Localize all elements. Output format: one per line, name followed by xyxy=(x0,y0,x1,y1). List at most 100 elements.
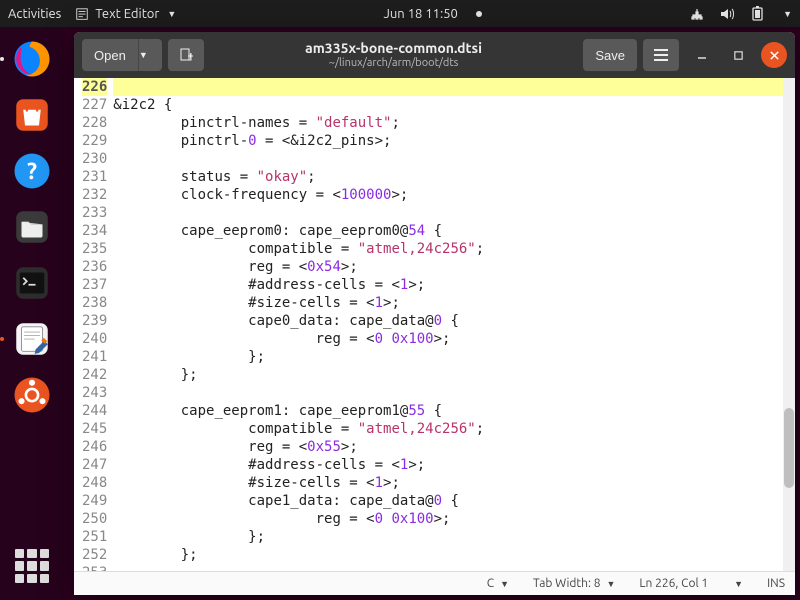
vertical-scrollbar[interactable] xyxy=(783,78,795,571)
line-number: 249 xyxy=(82,492,107,510)
terminal-icon xyxy=(11,262,53,304)
new-tab-button[interactable] xyxy=(168,39,204,71)
code-line[interactable]: #size-cells = <1>; xyxy=(113,294,783,312)
line-number: 251 xyxy=(82,528,107,546)
code-line[interactable]: cape1_data: cape_data@0 { xyxy=(113,492,783,510)
line-number: 228 xyxy=(82,114,107,132)
close-icon xyxy=(769,50,780,61)
app-grid-icon xyxy=(15,549,49,583)
code-area[interactable]: 2262272282292302312322332342352362372382… xyxy=(74,78,795,571)
status-tab-width[interactable]: Tab Width: 8▼ xyxy=(533,577,615,590)
editor-window: Open ▼ am335x-bone-common.dtsi ~/linux/a… xyxy=(74,32,795,595)
firefox-icon xyxy=(11,38,53,80)
volume-icon xyxy=(719,6,735,22)
code-line[interactable]: }; xyxy=(113,366,783,384)
system-tray[interactable]: ▼ xyxy=(689,6,792,22)
scrollbar-thumb[interactable] xyxy=(784,408,794,488)
code-line[interactable]: pinctrl-0 = <&i2c2_pins>; xyxy=(113,132,783,150)
open-recent-button[interactable]: ▼ xyxy=(138,39,162,71)
dock-text-editor[interactable] xyxy=(8,315,56,363)
code-line[interactable]: }; xyxy=(113,546,783,564)
chevron-down-icon: ▼ xyxy=(139,50,148,60)
close-button[interactable] xyxy=(761,42,787,68)
svg-text:?: ? xyxy=(27,159,37,184)
code-line[interactable] xyxy=(113,384,783,402)
activities-button[interactable]: Activities xyxy=(8,7,61,21)
status-insert-mode[interactable]: INS xyxy=(767,577,785,590)
line-number: 250 xyxy=(82,510,107,528)
code-line[interactable]: compatible = "atmel,24c256"; xyxy=(113,240,783,258)
code-line[interactable]: cape0_data: cape_data@0 { xyxy=(113,312,783,330)
code-line[interactable]: reg = <0 0x100>; xyxy=(113,330,783,348)
code-line[interactable]: }; xyxy=(113,528,783,546)
line-number: 253 xyxy=(82,564,107,571)
title-center: am335x-bone-common.dtsi ~/linux/arch/arm… xyxy=(210,40,578,70)
code-line[interactable]: &i2c2 { xyxy=(113,96,783,114)
chevron-down-icon: ▼ xyxy=(783,9,792,19)
minimize-icon xyxy=(696,49,708,61)
dock-software[interactable] xyxy=(8,91,56,139)
code-line[interactable]: compatible = "atmel,24c256"; xyxy=(113,420,783,438)
line-number: 234 xyxy=(82,222,107,240)
line-number: 247 xyxy=(82,456,107,474)
code-line[interactable]: reg = <0x54>; xyxy=(113,258,783,276)
chevron-down-icon: ▼ xyxy=(500,579,509,589)
maximize-icon xyxy=(733,50,744,61)
chevron-down-icon: ▼ xyxy=(734,579,743,589)
line-number: 235 xyxy=(82,240,107,258)
code-content[interactable]: &i2c2 { pinctrl-names = "default"; pinct… xyxy=(113,78,783,571)
code-line[interactable]: pinctrl-names = "default"; xyxy=(113,114,783,132)
code-line[interactable] xyxy=(113,150,783,168)
code-line[interactable]: reg = <0x55>; xyxy=(113,438,783,456)
code-line[interactable]: clock-frequency = <100000>; xyxy=(113,186,783,204)
line-number: 236 xyxy=(82,258,107,276)
dock-files[interactable] xyxy=(8,203,56,251)
new-document-icon xyxy=(178,47,194,63)
dock-show-desktop[interactable] xyxy=(8,371,56,419)
code-line[interactable] xyxy=(113,204,783,222)
battery-icon xyxy=(749,6,767,22)
line-number: 232 xyxy=(82,186,107,204)
app-menu-button[interactable]: Text Editor ▼ xyxy=(75,7,176,21)
line-number: 229 xyxy=(82,132,107,150)
line-number: 244 xyxy=(82,402,107,420)
status-bar: C▼ Tab Width: 8▼ Ln 226, Col 1 ▼ INS xyxy=(74,571,795,595)
text-editor-icon xyxy=(75,7,89,21)
code-line[interactable]: }; xyxy=(113,348,783,366)
code-line[interactable]: cape_eeprom1: cape_eeprom1@55 { xyxy=(113,402,783,420)
maximize-button[interactable] xyxy=(725,42,751,68)
shopping-bag-icon xyxy=(11,94,53,136)
code-line[interactable] xyxy=(113,564,783,571)
dock-terminal[interactable] xyxy=(8,259,56,307)
ubuntu-icon xyxy=(11,374,53,416)
status-extra-menu[interactable]: ▼ xyxy=(732,579,743,589)
code-line[interactable]: #address-cells = <1>; xyxy=(113,276,783,294)
chevron-down-icon: ▼ xyxy=(167,9,176,19)
code-line[interactable]: #size-cells = <1>; xyxy=(113,474,783,492)
code-line[interactable]: cape_eeprom0: cape_eeprom0@54 { xyxy=(113,222,783,240)
dock: ? xyxy=(0,27,64,600)
code-line[interactable]: #address-cells = <1>; xyxy=(113,456,783,474)
hamburger-menu-button[interactable] xyxy=(643,39,679,71)
code-line[interactable]: reg = <0 0x100>; xyxy=(113,510,783,528)
app-menu-label: Text Editor xyxy=(95,7,159,21)
minimize-button[interactable] xyxy=(689,42,715,68)
clock-label: Jun 18 11:50 xyxy=(383,7,457,21)
code-line[interactable]: status = "okay"; xyxy=(113,168,783,186)
dock-app-grid[interactable] xyxy=(8,542,56,590)
system-top-bar: Activities Text Editor ▼ Jun 18 11:50 ▼ xyxy=(0,0,800,27)
hamburger-icon xyxy=(654,49,668,61)
line-number: 241 xyxy=(82,348,107,366)
save-button[interactable]: Save xyxy=(583,39,637,71)
line-number: 246 xyxy=(82,438,107,456)
line-number: 239 xyxy=(82,312,107,330)
notification-dot-icon xyxy=(476,11,482,17)
dock-firefox[interactable] xyxy=(8,35,56,83)
code-line[interactable] xyxy=(113,78,783,96)
open-button[interactable]: Open xyxy=(82,39,138,71)
clock[interactable]: Jun 18 11:50 xyxy=(383,7,481,21)
status-language[interactable]: C▼ xyxy=(487,577,509,590)
line-number: 242 xyxy=(82,366,107,384)
dock-help[interactable]: ? xyxy=(8,147,56,195)
line-number-gutter: 2262272282292302312322332342352362372382… xyxy=(74,78,113,571)
